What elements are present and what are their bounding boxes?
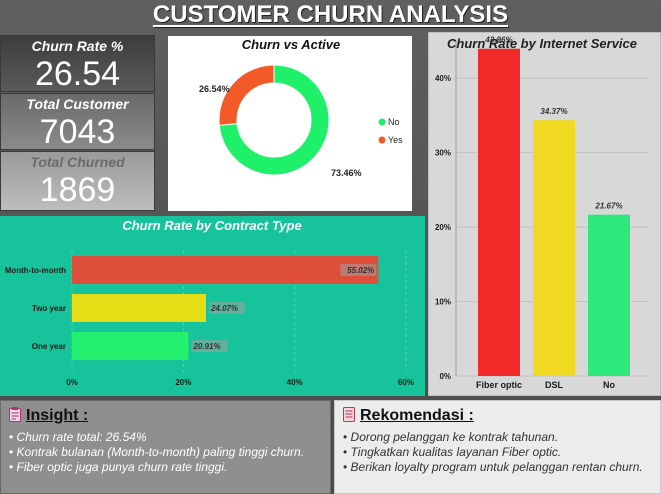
kpi-value: 1869 xyxy=(39,171,116,209)
churn-vs-active-chart: Churn vs Active 26.54% 73.46% No Yes xyxy=(199,37,403,178)
category-label: No xyxy=(603,380,615,390)
kpi-card-churn-rate: Churn Rate % 26.54 xyxy=(0,35,155,93)
category-label: Two year xyxy=(32,304,66,313)
slice-label-yes: 26.54% xyxy=(199,84,230,94)
contract-tick-labels: 0% 20% 40% 60% xyxy=(66,378,414,387)
legend-label-yes: Yes xyxy=(388,135,403,145)
bar xyxy=(478,48,520,377)
slice-label-no: 73.46% xyxy=(331,168,362,178)
legend-marker-no xyxy=(378,118,386,126)
contract-type-panel: Churn Rate by Contract Type 55.02% 24.07%… xyxy=(0,216,425,396)
category-label: One year xyxy=(32,342,66,351)
kpi-card-total-churned: Total Churned 1869 xyxy=(0,151,155,211)
data-label: 55.02% xyxy=(347,266,374,275)
contract-bars: 55.02% 24.07% 20.91% xyxy=(72,256,379,360)
data-label: 24.07% xyxy=(210,304,238,313)
internet-category-labels: Fiber optic DSL No xyxy=(476,380,616,390)
data-label: 43.96% xyxy=(484,36,512,45)
internet-bars: 43.96% 34.37% 21.67% xyxy=(478,36,630,377)
data-label: 21.67% xyxy=(594,202,622,211)
rekomendasi-heading: Rekomendasi : xyxy=(343,407,474,425)
chart-title: Churn vs Active xyxy=(242,37,341,52)
internet-tick-labels: 0% 10% 20% 30% 40% xyxy=(435,74,451,381)
chart-title: Churn Rate by Contract Type xyxy=(122,218,301,233)
bar xyxy=(72,256,379,284)
legend-label-no: No xyxy=(388,117,400,127)
data-label: 34.37% xyxy=(540,107,567,116)
tick-label: 60% xyxy=(398,378,414,387)
list-item: Tingkatkan kualitas layanan Fiber optic. xyxy=(343,445,654,459)
legend-marker-yes xyxy=(378,136,386,144)
kpi-label: Total Customer xyxy=(26,96,129,112)
bar xyxy=(588,214,630,376)
category-label: DSL xyxy=(545,380,564,390)
insight-list: Churn rate total: 26.54% Kontrak bulanan… xyxy=(9,430,324,475)
tick-label: 40% xyxy=(435,74,451,83)
bar xyxy=(533,120,575,376)
chart-title: Churn Rate by Internet Service xyxy=(447,36,637,51)
kpi-value: 26.54 xyxy=(34,55,121,93)
tick-label: 40% xyxy=(287,378,303,387)
data-label: 20.91% xyxy=(192,342,220,351)
kpi-label: Total Churned xyxy=(30,154,125,170)
clipboard-icon xyxy=(9,407,21,422)
kpi-label: Churn Rate % xyxy=(31,38,124,54)
list-item: Dorong pelanggan ke kontrak tahunan. xyxy=(343,430,654,444)
bar xyxy=(72,332,189,360)
insight-box: Insight : Churn rate total: 26.54% Kontr… xyxy=(0,400,331,494)
contract-category-labels: Month-to-month Two year One year xyxy=(5,266,66,351)
insight-heading: Insight : xyxy=(9,407,88,425)
rekomendasi-list: Dorong pelanggan ke kontrak tahunan. Tin… xyxy=(343,430,654,475)
kpi-value: 7043 xyxy=(39,113,116,151)
contract-type-chart: Churn Rate by Contract Type 55.02% 24.07%… xyxy=(5,218,414,387)
list-item: Berikan loyalty program untuk pelanggan … xyxy=(343,460,654,474)
bar xyxy=(72,294,206,322)
insight-heading-text: Insight : xyxy=(26,407,89,424)
donut-slices xyxy=(218,64,330,176)
rekomendasi-heading-text: Rekomendasi : xyxy=(360,407,474,424)
list-item: Kontrak bulanan (Month-to-month) paling … xyxy=(9,445,324,459)
internet-service-panel: Churn Rate by Internet Service 43.96% 34.… xyxy=(428,32,661,396)
tick-label: 0% xyxy=(66,378,78,387)
list-item: Churn rate total: 26.54% xyxy=(9,430,324,444)
kpi-card-total-customer: Total Customer 7043 xyxy=(0,93,155,151)
rekomendasi-box: Rekomendasi : Dorong pelanggan ke kontra… xyxy=(334,400,661,494)
donut-slice-yes xyxy=(218,64,275,126)
tick-label: 30% xyxy=(435,149,451,158)
list-item: Fiber optic juga punya churn rate tinggi… xyxy=(9,460,324,474)
dashboard-title: CUSTOMER CHURN ANALYSIS xyxy=(152,1,509,28)
tick-label: 20% xyxy=(435,223,451,232)
document-icon xyxy=(343,407,355,422)
tick-label: 0% xyxy=(439,372,451,381)
tick-label: 20% xyxy=(175,378,191,387)
churn-vs-active-panel: Churn vs Active 26.54% 73.46% No Yes xyxy=(168,36,412,211)
category-label: Month-to-month xyxy=(5,266,66,275)
tick-label: 10% xyxy=(435,298,451,307)
internet-service-chart: Churn Rate by Internet Service 43.96% 34.… xyxy=(435,36,649,390)
category-label: Fiber optic xyxy=(476,380,522,390)
